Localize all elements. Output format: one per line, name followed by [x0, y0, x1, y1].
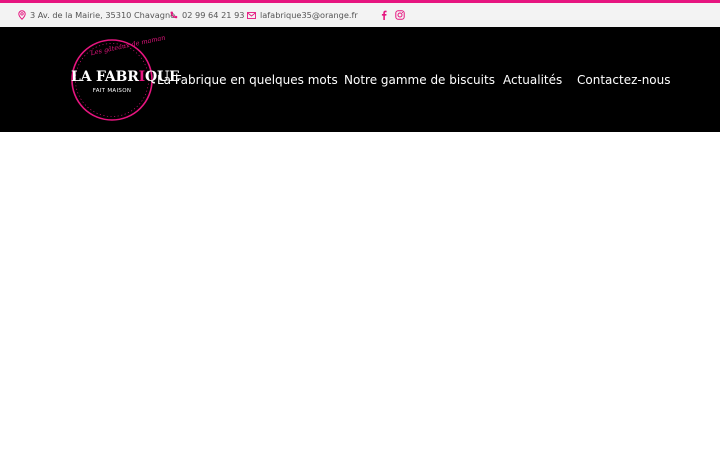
phone-text: 02 99 64 21 93	[182, 10, 245, 20]
nav-item-news[interactable]: Actualités	[503, 27, 562, 132]
nav-link-contact[interactable]: Contactez-nous	[577, 73, 671, 87]
email-info[interactable]: lafabrique35@orange.fr	[247, 3, 358, 27]
envelope-icon	[247, 11, 256, 19]
site-header: Les gâteaux de maman LA FABRIQUE FAIT MA…	[0, 27, 720, 132]
facebook-icon	[381, 10, 387, 20]
address-info: 3 Av. de la Mairie, 35310 Chavagne	[18, 3, 175, 27]
nav-item-contact[interactable]: Contactez-nous	[577, 27, 671, 132]
nav-link-news[interactable]: Actualités	[503, 73, 562, 87]
nav-link-about[interactable]: La Fabrique en quelques mots	[157, 73, 338, 87]
nav-item-about[interactable]: La Fabrique en quelques mots	[157, 27, 338, 132]
logo-subtitle: FAIT MAISON	[92, 88, 132, 94]
instagram-icon	[395, 10, 405, 20]
instagram-link[interactable]	[395, 3, 405, 27]
phone-info[interactable]: 02 99 64 21 93	[170, 3, 245, 27]
logo-brand-part1: LA FABR	[71, 69, 139, 85]
logo-brand: LA FABRIQUE	[71, 69, 180, 85]
phone-icon	[170, 11, 178, 19]
nav-link-biscuits[interactable]: Notre gamme de biscuits	[344, 73, 495, 87]
email-text: lafabrique35@orange.fr	[260, 10, 358, 20]
facebook-link[interactable]	[381, 3, 387, 27]
address-text: 3 Av. de la Mairie, 35310 Chavagne	[30, 10, 176, 20]
site-logo[interactable]: Les gâteaux de maman LA FABRIQUE FAIT MA…	[70, 33, 180, 122]
page-content-area	[0, 132, 720, 450]
topbar: 3 Av. de la Mairie, 35310 Chavagne 02 99…	[0, 3, 720, 27]
location-pin-icon	[18, 10, 26, 20]
nav-item-biscuits[interactable]: Notre gamme de biscuits	[344, 27, 495, 132]
